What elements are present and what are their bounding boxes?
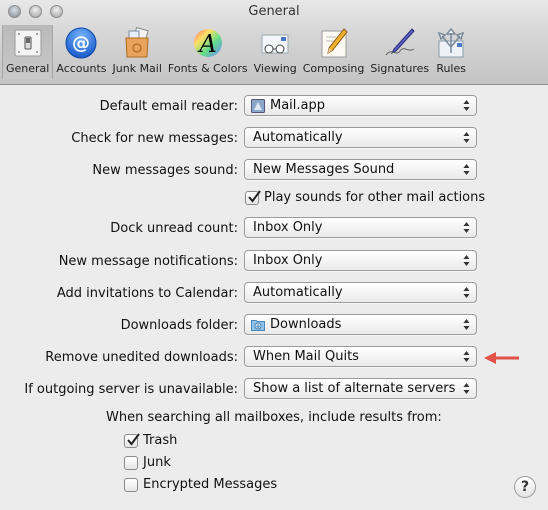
popup-arrows-icon [463,255,470,266]
rules-arrows-icon [435,27,467,59]
viewing-glasses-icon [259,27,291,59]
checkmark-icon [248,189,261,203]
mail-app-icon [251,98,265,113]
encrypted-messages-label: Encrypted Messages [143,477,278,492]
popup-arrows-icon [463,319,470,330]
toolbar-tab-general[interactable]: General [2,25,54,79]
junk-label: Junk [143,455,171,470]
popup-arrows-icon [463,383,470,394]
trash-checkbox[interactable] [124,432,140,448]
help-button[interactable]: ? [514,476,536,498]
downloads-folder-select[interactable]: Downloads [244,314,477,335]
play-sounds-option[interactable]: Play sounds for other mail actions [245,189,486,205]
composing-pencil-icon [318,27,350,59]
default-email-reader-label: Default email reader: [99,99,238,114]
play-sounds-checkbox[interactable] [245,189,261,205]
default-email-reader-row: Default email reader: Mail.app [0,95,548,119]
encrypted-messages-checkbox[interactable] [124,477,138,492]
toolbar-tab-junk-mail[interactable]: Junk Mail [110,25,165,79]
new-messages-sound-row: New messages sound: New Messages Sound [0,159,548,183]
downloads-folder-row: Downloads folder: Downloads [0,314,548,338]
search-option-trash[interactable]: Trash [124,432,178,448]
junk-checkbox[interactable] [124,455,138,470]
toolbar-tab-composing[interactable]: Composing [300,25,368,79]
signature-pen-icon [384,27,416,59]
popup-arrows-icon [463,100,470,111]
window-titlebar: General General @ Accounts Junk Mail A F… [0,0,548,85]
new-message-notifications-label: New message notifications: [58,254,238,269]
new-messages-sound-label: New messages sound: [92,163,238,178]
svg-text:A: A [197,30,216,58]
check-new-messages-label: Check for new messages: [71,131,238,146]
play-sounds-label: Play sounds for other mail actions [264,190,486,205]
search-option-encrypted[interactable]: Encrypted Messages [124,477,277,492]
add-invitations-select[interactable]: Automatically [244,282,477,303]
popup-arrows-icon [463,132,470,143]
dock-unread-count-select[interactable]: Inbox Only [244,217,477,238]
at-sign-icon: @ [65,27,97,59]
default-email-reader-select[interactable]: Mail.app [244,95,477,116]
downloads-folder-label: Downloads folder: [120,318,238,333]
preferences-toolbar: General @ Accounts Junk Mail A Fonts & C… [2,25,470,80]
general-switch-icon [12,27,44,59]
dock-unread-count-label: Dock unread count: [110,221,238,236]
trash-label: Trash [143,433,178,448]
checkmark-icon [127,432,140,446]
search-option-junk[interactable]: Junk [124,455,171,470]
popup-arrows-icon [463,164,470,175]
junk-mail-bag-icon [121,27,153,59]
outgoing-server-row: If outgoing server is unavailable: Show … [0,378,548,402]
toolbar-tab-signatures[interactable]: Signatures [367,25,432,79]
svg-text:@: @ [72,33,90,54]
check-new-messages-row: Check for new messages: Automatically [0,127,548,151]
outgoing-server-select[interactable]: Show a list of alternate servers [244,378,477,399]
fonts-colors-icon: A [192,27,224,59]
toolbar-tab-rules[interactable]: Rules [432,25,470,79]
toolbar-tab-fonts-colors[interactable]: A Fonts & Colors [165,25,251,79]
check-new-messages-select[interactable]: Automatically [244,127,477,148]
new-message-notifications-row: New message notifications: Inbox Only [0,250,548,274]
new-messages-sound-select[interactable]: New Messages Sound [244,159,477,180]
new-message-notifications-select[interactable]: Inbox Only [244,250,477,271]
dock-unread-count-row: Dock unread count: Inbox Only [0,217,548,241]
popup-arrows-icon [463,351,470,362]
add-invitations-row: Add invitations to Calendar: Automatical… [0,282,548,306]
search-include-heading: When searching all mailboxes, include re… [106,410,442,425]
window-title: General [248,4,300,19]
downloads-folder-icon [251,319,265,331]
remove-unedited-downloads-select[interactable]: When Mail Quits [244,346,477,367]
annotation-arrow-icon [484,352,519,364]
outgoing-server-label: If outgoing server is unavailable: [24,382,238,397]
toolbar-tab-accounts[interactable]: @ Accounts [53,25,109,79]
popup-arrows-icon [463,222,470,233]
remove-unedited-downloads-row: Remove unedited downloads: When Mail Qui… [0,346,548,370]
popup-arrows-icon [463,287,470,298]
toolbar-tab-viewing[interactable]: Viewing [251,25,300,79]
remove-unedited-downloads-label: Remove unedited downloads: [45,350,238,365]
add-invitations-label: Add invitations to Calendar: [56,286,238,301]
